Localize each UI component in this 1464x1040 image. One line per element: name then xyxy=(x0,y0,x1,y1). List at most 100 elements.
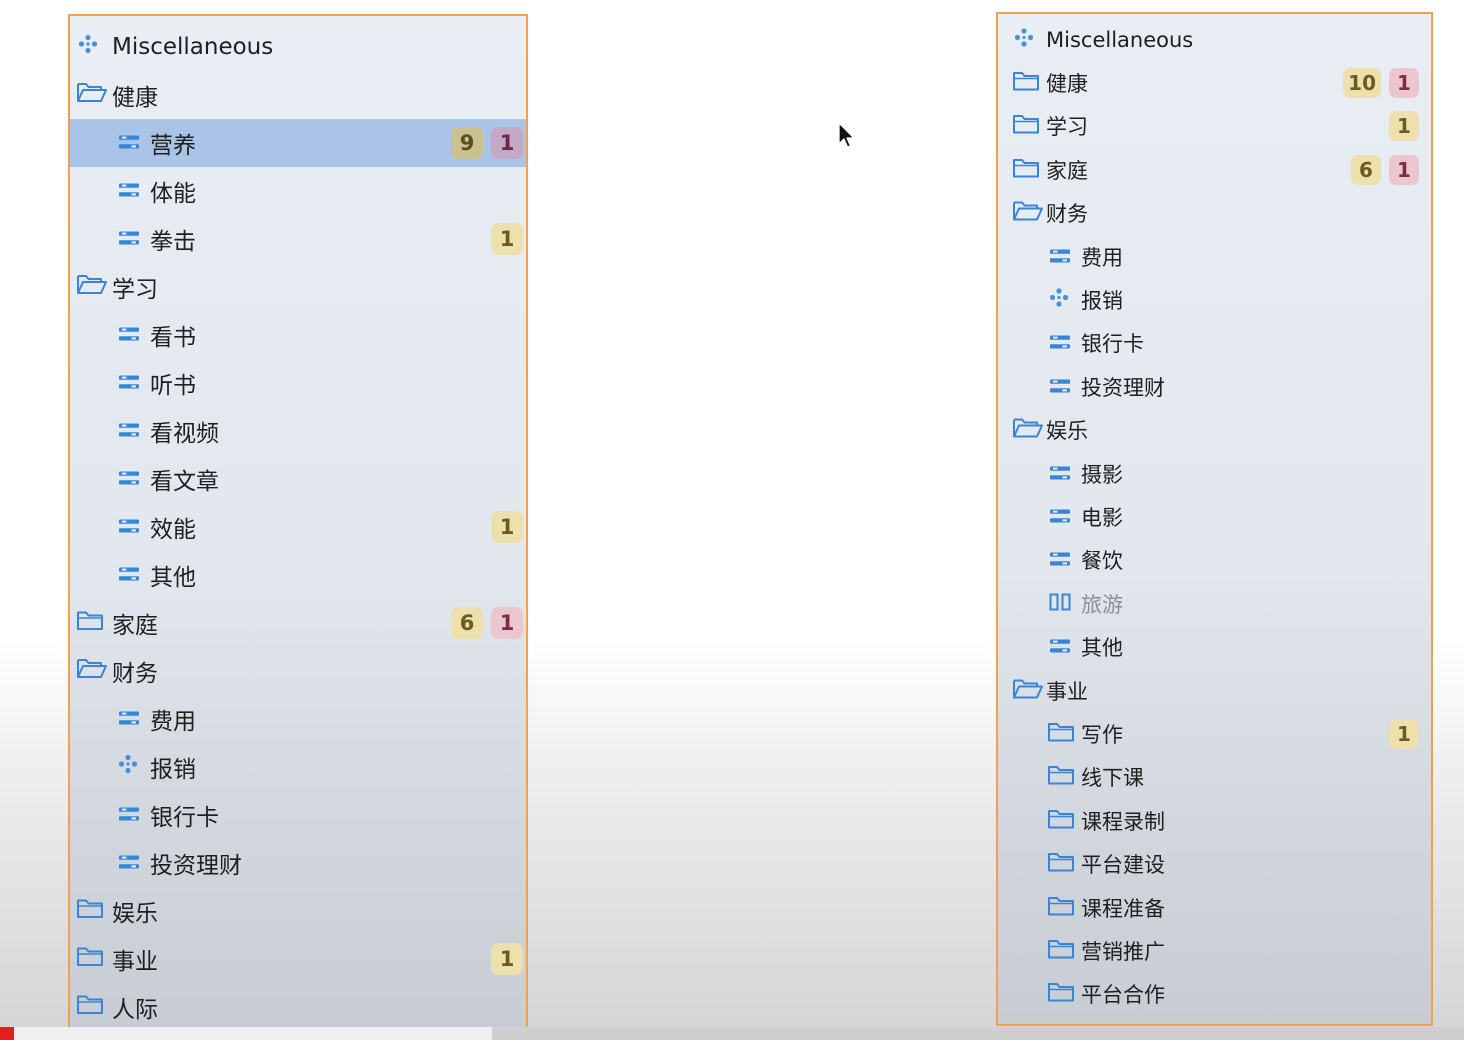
item-label: 娱乐 xyxy=(1046,419,1088,444)
folder-item[interactable]: 家庭 6 1 xyxy=(998,148,1431,191)
item-label: 健康 xyxy=(112,85,158,111)
list-item[interactable]: 电影 xyxy=(998,495,1431,538)
folder-item[interactable]: 事业 xyxy=(998,669,1431,712)
folder-item[interactable]: 健康 10 1 xyxy=(998,61,1431,104)
right-sidebar-panel: Miscellaneous 健康 10 1 学习 1 家庭 6 1 财务费用报销银行卡投资理财娱乐… xyxy=(996,12,1433,1026)
list-item[interactable]: 费用 xyxy=(70,695,526,743)
task-count-badge: 1 xyxy=(491,223,523,255)
item-label: 报销 xyxy=(1081,288,1123,313)
list-item[interactable]: 看视频 xyxy=(70,407,526,455)
folder-open-icon xyxy=(1012,200,1044,227)
folder-open-icon xyxy=(1012,677,1044,704)
item-label: 费用 xyxy=(1081,245,1123,270)
item-label: 家庭 xyxy=(1046,158,1088,183)
item-label: 拳击 xyxy=(150,229,196,255)
video-progress-bar[interactable] xyxy=(0,1027,1464,1040)
item-label: 投资理财 xyxy=(1081,375,1165,400)
item-label: 学习 xyxy=(112,277,158,303)
left-sidebar-panel: Miscellaneous 健康营养 9 1 体能拳击 1 学习看书听书看视频看文章效能 1 其… xyxy=(68,14,528,1029)
list-icon xyxy=(1049,548,1071,572)
badge-group: 61 xyxy=(451,607,523,639)
list-item[interactable]: 报销 xyxy=(70,743,526,791)
item-label: 看书 xyxy=(150,325,196,351)
folder-item[interactable]: 平台合作 xyxy=(998,973,1431,1016)
list-icon xyxy=(118,418,140,444)
folder-item[interactable]: 学习 1 xyxy=(998,105,1431,148)
task-count-badge: 1 xyxy=(1389,718,1419,749)
folder-item[interactable]: 学习 xyxy=(70,263,526,311)
list-item[interactable]: 费用 xyxy=(998,235,1431,278)
list-item[interactable]: 效能 1 xyxy=(70,503,526,551)
list-item[interactable]: 旅游 xyxy=(998,582,1431,625)
item-label: 财务 xyxy=(112,661,158,687)
list-item[interactable]: 听书 xyxy=(70,359,526,407)
item-label: 其他 xyxy=(150,565,196,591)
item-label: 事业 xyxy=(1046,679,1088,704)
folder-item[interactable]: 娱乐 xyxy=(70,887,526,935)
badge-group: 1 xyxy=(491,511,523,543)
folder-item[interactable]: 营销推广 xyxy=(998,929,1431,972)
list-item[interactable]: 投资理财 xyxy=(998,365,1431,408)
list-item[interactable]: 摄影 xyxy=(998,452,1431,495)
list-item[interactable]: Miscellaneous xyxy=(998,18,1431,61)
folder-icon xyxy=(1047,937,1075,964)
list-item[interactable]: 看书 xyxy=(70,311,526,359)
folder-icon xyxy=(1047,981,1075,1008)
folder-item[interactable]: 线下课 xyxy=(998,756,1431,799)
folder-item[interactable]: 娱乐 xyxy=(998,409,1431,452)
folder-item[interactable]: 课程准备 xyxy=(998,886,1431,929)
item-label: 课程录制 xyxy=(1081,809,1165,834)
list-icon xyxy=(118,130,140,156)
list-item[interactable]: 报销 xyxy=(998,278,1431,321)
folder-item[interactable]: 健康 xyxy=(70,71,526,119)
list-icon xyxy=(118,322,140,348)
folder-icon xyxy=(76,609,104,637)
badge-group: 1 xyxy=(1389,111,1419,142)
item-label: 平台建设 xyxy=(1081,853,1165,878)
item-label: 摄影 xyxy=(1081,462,1123,487)
list-item[interactable]: 看文章 xyxy=(70,455,526,503)
folder-item[interactable]: 家庭 6 1 xyxy=(70,599,526,647)
list-item[interactable]: 拳击 1 xyxy=(70,215,526,263)
folder-item[interactable]: 事业 1 xyxy=(70,935,526,983)
item-label: 银行卡 xyxy=(1081,332,1144,357)
list-item[interactable]: 其他 xyxy=(70,551,526,599)
folder-icon xyxy=(76,945,104,973)
item-label: 健康 xyxy=(1046,71,1088,96)
list-item[interactable]: 餐饮 xyxy=(998,539,1431,582)
folder-item[interactable]: 财务 xyxy=(70,647,526,695)
item-label: 银行卡 xyxy=(150,805,219,831)
list-item[interactable]: 其他 xyxy=(998,626,1431,669)
item-label: 看文章 xyxy=(150,469,219,495)
list-item[interactable]: 银行卡 xyxy=(998,322,1431,365)
folder-item[interactable]: 平台建设 xyxy=(998,843,1431,886)
badge-group: 1 xyxy=(491,943,523,975)
list-icon xyxy=(118,226,140,252)
list-icon xyxy=(1049,375,1071,399)
task-count-badge: 9 xyxy=(451,127,483,159)
list-icon xyxy=(118,850,140,876)
list-item[interactable]: 投资理财 xyxy=(70,839,526,887)
folder-open-icon xyxy=(76,657,108,685)
list-icon xyxy=(1049,635,1071,659)
folder-item[interactable]: 人际 xyxy=(70,983,526,1027)
sparkle-icon xyxy=(1049,287,1069,312)
folder-item[interactable]: 财务 xyxy=(998,192,1431,235)
list-item[interactable]: 银行卡 xyxy=(70,791,526,839)
task-count-badge: 1 xyxy=(491,511,523,543)
video-buffer-bar xyxy=(14,1027,492,1040)
list-icon xyxy=(118,706,140,732)
overdue-count-badge: 1 xyxy=(491,607,523,639)
folder-icon xyxy=(1047,851,1075,878)
task-count-badge: 1 xyxy=(1389,111,1419,142)
folder-item[interactable]: 课程录制 xyxy=(998,799,1431,842)
item-label: 听书 xyxy=(150,373,196,399)
folder-item[interactable]: 写作 1 xyxy=(998,712,1431,755)
item-label: 营销推广 xyxy=(1081,939,1165,964)
list-icon xyxy=(118,370,140,396)
item-label: 家庭 xyxy=(112,613,158,639)
list-item[interactable]: 体能 xyxy=(70,167,526,215)
list-item[interactable]: 营养 9 1 xyxy=(70,119,526,167)
list-item[interactable]: Miscellaneous xyxy=(70,23,526,71)
sparkle-icon xyxy=(78,34,98,60)
